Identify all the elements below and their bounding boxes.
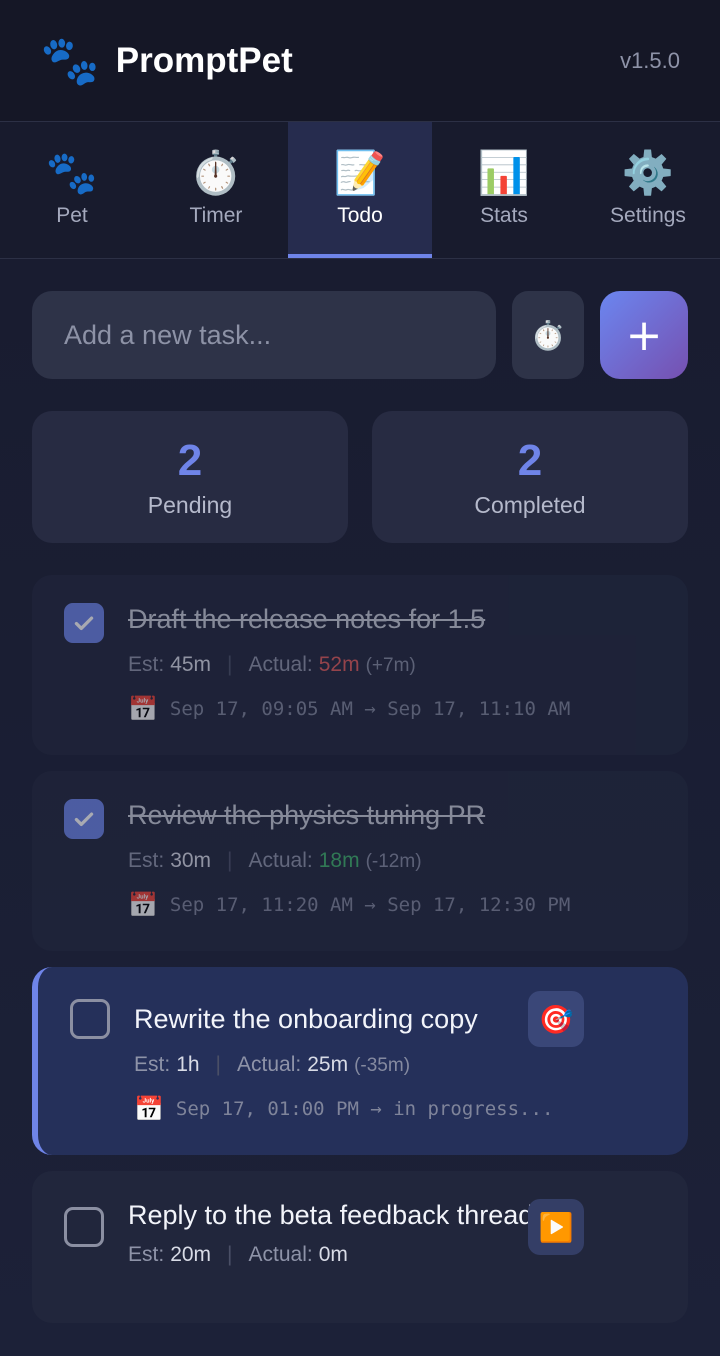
- calendar-icon: 📅: [128, 695, 158, 723]
- app-header: 🐾 PromptPet v1.5.0: [0, 0, 720, 122]
- task-item: Draft the release notes for 1.5 Est: 45m…: [32, 575, 688, 755]
- task-dates: 📅 Sep 17, 11:20 AM → Sep 17, 12:30 PM: [128, 891, 656, 919]
- completed-label: Completed: [474, 491, 586, 518]
- actual-label: Actual:: [248, 653, 313, 676]
- calendar-icon: 📅: [128, 891, 158, 919]
- meta-separator: |: [227, 653, 233, 676]
- actual-label: Actual:: [248, 849, 313, 872]
- tab-stats[interactable]: 📊 Stats: [432, 122, 576, 258]
- time-diff: (-12m): [365, 851, 422, 872]
- memo-icon: 📝: [333, 148, 387, 197]
- tab-bar: 🐾 Pet ⏱️ Timer 📝 Todo 📊 Stats ⚙️ Setting…: [0, 122, 720, 259]
- add-task-row: ⏱️ +: [32, 291, 688, 379]
- task-title: Draft the release notes for 1.5: [128, 604, 486, 634]
- play-icon: ▶️: [538, 1210, 574, 1244]
- completed-count: 2: [517, 435, 543, 485]
- task-checkbox[interactable]: [64, 603, 104, 643]
- task-time-meta: Est: 30m | Actual: 18m (-12m): [128, 849, 656, 873]
- checkmark-icon: [74, 812, 94, 827]
- task-item: Review the physics tuning PR Est: 30m | …: [32, 771, 688, 951]
- actual-value: 52m: [318, 653, 360, 676]
- actual-value: 18m: [318, 849, 360, 872]
- version-label: v1.5.0: [620, 47, 680, 73]
- est-value: 20m: [170, 1243, 212, 1266]
- actual-value: 0m: [318, 1243, 348, 1266]
- est-label: Est:: [128, 849, 165, 872]
- new-task-input[interactable]: [32, 291, 496, 379]
- actual-label: Actual:: [237, 1053, 302, 1076]
- meta-separator: |: [227, 849, 233, 872]
- actual-value: 25m: [307, 1053, 349, 1076]
- paw-icon: 🐾: [45, 148, 99, 197]
- est-value: 30m: [170, 849, 212, 872]
- task-dates: 📅 Sep 17, 01:00 PM → in progress...: [134, 1095, 656, 1123]
- completed-stat-card: 2 Completed: [372, 411, 688, 543]
- task-stats: 2 Pending 2 Completed: [32, 411, 688, 543]
- brand: 🐾 PromptPet: [40, 37, 293, 85]
- est-value: 45m: [170, 653, 212, 676]
- gear-icon: ⚙️: [621, 148, 675, 197]
- date-range: Sep 17, 01:00 PM → in progress...: [175, 1098, 554, 1120]
- tab-pet[interactable]: 🐾 Pet: [0, 122, 144, 258]
- time-diff: (-35m): [354, 1055, 411, 1076]
- add-task-button[interactable]: +: [600, 291, 688, 379]
- task-dates: 📅 Sep 17, 09:05 AM → Sep 17, 11:10 AM: [128, 695, 656, 723]
- time-diff: (+7m): [365, 655, 416, 676]
- stopwatch-icon: ⏱️: [189, 148, 243, 197]
- task-checkbox[interactable]: [70, 999, 110, 1039]
- est-label: Est:: [128, 653, 165, 676]
- tab-label: Todo: [337, 204, 383, 227]
- paw-logo-icon: 🐾: [40, 32, 100, 89]
- pending-count: 2: [177, 435, 203, 485]
- date-range: Sep 17, 11:20 AM → Sep 17, 12:30 PM: [169, 894, 571, 916]
- tab-label: Settings: [610, 204, 686, 227]
- tab-label: Timer: [189, 204, 243, 227]
- task-item: Reply to the beta feedback thread ▶️ Est…: [32, 1171, 688, 1323]
- start-task-button[interactable]: ▶️: [528, 1199, 584, 1255]
- checkmark-icon: [74, 616, 94, 631]
- meta-separator: |: [227, 1243, 233, 1266]
- task-time-meta: Est: 1h | Actual: 25m (-35m): [134, 1053, 656, 1077]
- pending-label: Pending: [147, 491, 233, 518]
- date-range: Sep 17, 09:05 AM → Sep 17, 11:10 AM: [169, 698, 571, 720]
- pending-stat-card: 2 Pending: [32, 411, 348, 543]
- todo-content: ⏱️ + 2 Pending 2 Completed Draft the rel…: [0, 259, 720, 1323]
- task-time-meta: Est: 45m | Actual: 52m (+7m): [128, 653, 656, 677]
- tab-settings[interactable]: ⚙️ Settings: [576, 122, 720, 258]
- task-checkbox[interactable]: [64, 1207, 104, 1247]
- tab-timer[interactable]: ⏱️ Timer: [144, 122, 288, 258]
- est-label: Est:: [128, 1243, 165, 1266]
- calendar-icon: 📅: [134, 1095, 164, 1123]
- task-title: Review the physics tuning PR: [128, 800, 486, 830]
- est-value: 1h: [176, 1053, 200, 1076]
- tab-label: Stats: [480, 204, 528, 227]
- focus-task-button[interactable]: 🎯: [528, 991, 584, 1047]
- tab-todo[interactable]: 📝 Todo: [288, 122, 432, 258]
- app-title: PromptPet: [115, 40, 293, 80]
- meta-separator: |: [215, 1053, 222, 1076]
- est-label: Est:: [134, 1053, 171, 1076]
- estimate-timer-button[interactable]: ⏱️: [512, 291, 584, 379]
- actual-label: Actual:: [248, 1243, 313, 1266]
- task-checkbox[interactable]: [64, 799, 104, 839]
- task-item-active: Rewrite the onboarding copy 🎯 Est: 1h | …: [32, 967, 688, 1155]
- bar-chart-icon: 📊: [477, 148, 531, 197]
- stopwatch-icon: ⏱️: [530, 318, 566, 352]
- tab-label: Pet: [56, 204, 88, 227]
- target-icon: 🎯: [538, 1002, 574, 1036]
